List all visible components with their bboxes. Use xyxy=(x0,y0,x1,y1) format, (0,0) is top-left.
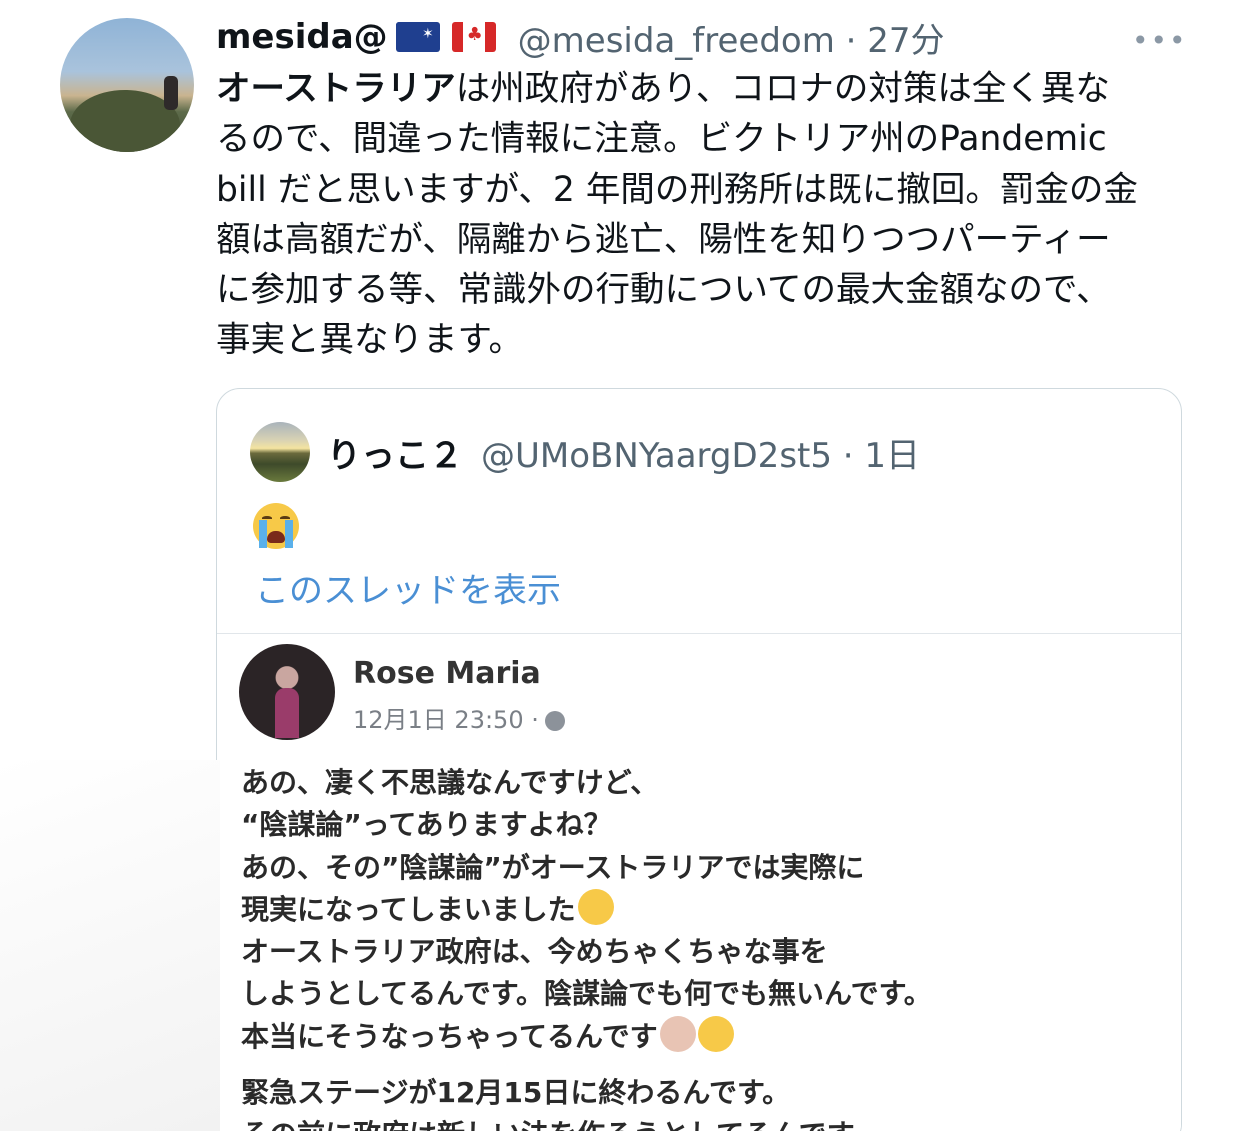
embedded-post-name: Rose Maria xyxy=(353,656,541,691)
quoted-author-avatar[interactable] xyxy=(250,422,310,482)
facepalm-emoji-icon xyxy=(659,1015,696,1052)
embedded-post-line: その前に政府は新しい法を作ろうとしてるんです。 xyxy=(241,1114,932,1131)
canada-flag-icon xyxy=(451,22,496,52)
tweet-text-line: 事実と異なります。 xyxy=(216,320,524,361)
tweet-header: mesida@ @mesida_freedom · 27分 xyxy=(216,13,945,62)
embedded-post-line: オーストラリア政府は、今めちゃくちゃな事を xyxy=(241,935,828,969)
embedded-post-line-text: 現実になってしまいました xyxy=(241,892,576,926)
page-shading xyxy=(0,760,220,1131)
globe-icon xyxy=(544,711,565,731)
embedded-post-time: 12月1日 23:50 · xyxy=(353,700,565,735)
embedded-post-line: あの、凄く不思議なんですけど、 xyxy=(241,766,659,799)
emoji-tear xyxy=(259,520,267,548)
author-avatar[interactable] xyxy=(60,18,194,152)
hashtag-link[interactable]: オーストラリア xyxy=(216,69,456,109)
tweet-text-line: bill だと思いますが、2 年間の刑務所は既に撤回。罰金の金 xyxy=(216,169,1138,210)
quoted-tweet-header: りっこ２ @UMoBNYaargD2st5 · 1日 xyxy=(327,428,920,477)
embedded-post-line: 本当にそうなっちゃってるんです xyxy=(241,1015,932,1058)
quoted-image[interactable]: Rose Maria 12月1日 23:50 · あの、凄く不思議なんですけど、… xyxy=(217,633,1181,1131)
author-handle-time[interactable]: @mesida_freedom · 27分 xyxy=(518,13,945,62)
embedded-post-time-text: 12月1日 23:50 · xyxy=(353,706,539,734)
loudly-crying-face-icon xyxy=(253,503,299,549)
quoted-tweet[interactable]: りっこ２ @UMoBNYaargD2st5 · 1日 このスレッドを表示 Ros… xyxy=(216,388,1182,1131)
embedded-post-line: “陰謀論”ってありますよね？ xyxy=(241,808,612,842)
emoji-tear xyxy=(285,520,293,548)
more-options-icon[interactable]: ••• xyxy=(1132,24,1188,57)
tweet-text: オーストラリアは州政府があり、コロナの対策は全く異な るので、間違った情報に注意… xyxy=(216,64,1196,366)
author-name[interactable]: mesida@ xyxy=(216,17,388,57)
embedded-post-line: あの、その”陰謀論”がオーストラリアでは実際に xyxy=(241,850,865,884)
embedded-post-text: あの、凄く不思議なんですけど、 “陰謀論”ってありますよね？ あの、その”陰謀論… xyxy=(241,762,932,1131)
quoted-author-name[interactable]: りっこ２ xyxy=(327,428,463,477)
tweet-text-line: オーストラリアは州政府があり、コロナの対策は全く異な xyxy=(216,64,1196,114)
grinning-sweat-emoji-icon xyxy=(577,888,614,925)
tweet-text-line: に参加する等、常識外の行動についての最大金額なので、 xyxy=(216,270,1111,311)
avatar-person xyxy=(164,76,178,110)
embedded-post-line: 緊急ステージが12月15日に終わるんです。 xyxy=(241,1076,791,1110)
show-thread-link[interactable]: このスレッドを表示 xyxy=(255,563,561,612)
australia-flag-icon xyxy=(395,22,440,52)
embedded-post-line: 現実になってしまいました xyxy=(241,888,932,931)
emoji-mouth xyxy=(267,531,285,543)
tweet-text-span: は州政府があり、コロナの対策は全く異な xyxy=(455,69,1110,109)
avatar-figure xyxy=(275,688,299,738)
embedded-post-line: しようとしてるんです。陰謀論でも何でも無いんです。 xyxy=(241,977,932,1011)
tweet-text-line: るので、間違った情報に注意。ビクトリア州のPandemic xyxy=(216,119,1107,160)
quoted-author-handle-time[interactable]: @UMoBNYaargD2st5 · 1日 xyxy=(481,428,920,477)
embedded-post-avatar xyxy=(239,644,335,740)
tweet-text-line: 額は高額だが、隔離から逃亡、陽性を知りつつパーティー xyxy=(216,219,1111,260)
embedded-post-line-text: 本当にそうなっちゃってるんです xyxy=(241,1019,658,1053)
tired-face-emoji-icon xyxy=(697,1015,734,1052)
